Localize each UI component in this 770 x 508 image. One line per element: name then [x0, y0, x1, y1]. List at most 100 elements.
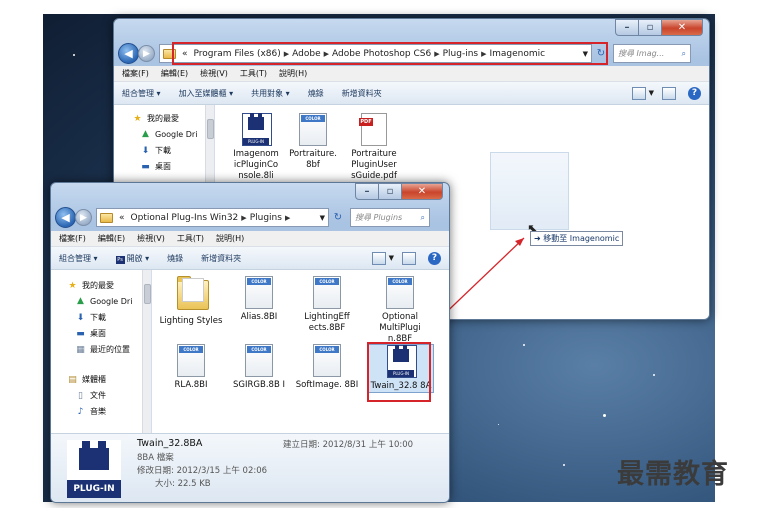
preview-pane-icon[interactable]	[402, 251, 416, 265]
crumb-plugins[interactable]: Plugins	[250, 213, 282, 223]
downloads-icon: ⬇	[76, 312, 85, 323]
photoshop-icon: Ps	[115, 255, 125, 264]
open-button[interactable]: Ps 開啟 ▾	[115, 253, 149, 264]
forward-button[interactable]: ▶	[75, 209, 92, 226]
file-label: LightingEff ects.8BF	[304, 312, 350, 333]
menu-tools[interactable]: 工具(T)	[177, 233, 204, 244]
icon-label: COLOR	[388, 278, 412, 285]
nav-downloads[interactable]: ⬇ 下載	[75, 312, 106, 323]
search-input[interactable]: 搜尋 Plugins ⌕	[350, 208, 430, 227]
icon-label: COLOR	[247, 346, 271, 353]
window-caption-buttons: – ▫ ✕	[355, 183, 443, 200]
menu-edit[interactable]: 編輯(E)	[98, 233, 125, 244]
nav-label: 我的最愛	[82, 281, 114, 290]
new-folder-button[interactable]: 新增資料夾	[201, 253, 241, 264]
address-bar[interactable]: « Optional Plug-Ins Win32 ▶ Plugins ▶ ▼	[96, 208, 329, 227]
nav-recent-places[interactable]: ▦ 最近的位置	[75, 344, 130, 355]
nav-label: 音樂	[90, 407, 106, 416]
details-pane: PLUG-IN Twain_32.8BA 8BA 檔案 修改日期: 2012/3…	[51, 433, 449, 502]
details-file-type: 8BA 檔案	[137, 453, 174, 463]
folder-icon	[177, 276, 209, 310]
google-drive-icon: ▲	[77, 296, 84, 306]
file-label: Optional MultiPlugi n.8BF	[379, 312, 421, 344]
search-placeholder: 搜尋 Plugins	[355, 213, 403, 222]
folder-icon	[100, 212, 113, 223]
file-rla-8bi[interactable]: COLOR RLA.8BI	[159, 344, 223, 391]
maximize-button[interactable]: ▫	[379, 183, 402, 200]
view-options-icon[interactable]	[371, 251, 386, 265]
nav-label: 文件	[90, 391, 106, 400]
crumb-optional-plugins[interactable]: Optional Plug-Ins Win32	[131, 213, 239, 223]
nav-label: 下載	[90, 313, 106, 322]
chevron-down-icon[interactable]: ▼	[389, 254, 394, 262]
file-sgirgb-8bi[interactable]: COLOR SGIRGB.8B I	[227, 344, 291, 391]
nav-google-drive[interactable]: ▲ Google Dri	[75, 296, 132, 306]
back-button[interactable]: ◀	[55, 207, 76, 228]
navigation-row: ◀ ▶ « Optional Plug-Ins Win32 ▶ Plugins ▶ …	[55, 207, 445, 228]
nav-favorites[interactable]: ★ 我的最愛	[67, 280, 114, 291]
nav-scrollbar[interactable]	[142, 270, 151, 434]
color-file-icon: COLOR	[386, 276, 414, 309]
color-file-icon: COLOR	[177, 344, 205, 377]
close-button[interactable]: ✕	[402, 183, 443, 200]
menu-file[interactable]: 檔案(F)	[59, 233, 86, 244]
watermark-text: 最需教育	[617, 459, 729, 490]
explorer-window-plugins[interactable]: – ▫ ✕ ◀ ▶ « Optional Plug-Ins Win32 ▶ Plu…	[50, 182, 450, 503]
file-label: Alias.8BI	[240, 312, 278, 322]
navigation-pane: ★ 我的最愛 ▲ Google Dri ⬇ 下載 ▬ 桌面 ▦ 最近的位置 ▤ 媒體櫃 ▯ 文…	[51, 270, 152, 434]
icon-label: COLOR	[315, 278, 339, 285]
desktop-icon: ▬	[76, 328, 85, 339]
icon-label: COLOR	[315, 346, 339, 353]
nav-music[interactable]: ♪ 音樂	[75, 406, 106, 417]
chevron-right-icon: ▶	[284, 213, 291, 222]
nav-label: 媒體櫃	[82, 375, 106, 384]
recent-places-icon: ▦	[76, 344, 85, 355]
nav-label: Google Dri	[90, 296, 133, 306]
icon-label: COLOR	[247, 278, 271, 285]
menu-help[interactable]: 說明(H)	[216, 233, 244, 244]
burn-button[interactable]: 燒錄	[167, 253, 183, 264]
nav-label: 桌面	[90, 329, 106, 338]
file-label: Lighting Styles	[159, 316, 223, 326]
chevron-right-icon: ▶	[241, 213, 247, 222]
chevron-down-icon[interactable]: ▼	[320, 214, 325, 222]
menu-bar: 檔案(F) 編輯(E) 檢視(V) 工具(T) 說明(H)	[51, 231, 449, 247]
libraries-icon: ▤	[68, 374, 77, 385]
music-icon: ♪	[77, 406, 84, 417]
refresh-icon[interactable]: ↻	[329, 209, 347, 226]
search-icon: ⌕	[420, 212, 425, 222]
file-softimage-8bi[interactable]: COLOR SoftImage. 8BI	[295, 344, 359, 391]
plugin-file-large-icon: PLUG-IN	[67, 440, 121, 498]
details-size: 大小: 22.5 KB	[155, 479, 211, 489]
file-optional-multiplugin-8bf[interactable]: COLOR Optional MultiPlugi n.8BF	[368, 276, 432, 345]
details-modified-date: 修改日期: 2012/3/15 上午 02:06	[137, 466, 268, 476]
details-file-name: Twain_32.8BA	[137, 438, 203, 449]
details-created-date: 建立日期: 2012/8/31 上午 10:00	[283, 440, 414, 450]
color-file-icon: COLOR	[313, 276, 341, 309]
star-icon: ★	[68, 280, 77, 291]
scroll-thumb[interactable]	[144, 284, 151, 304]
folder-lighting-styles[interactable]: Lighting Styles	[159, 276, 223, 327]
color-file-icon: COLOR	[245, 276, 273, 309]
address-overflow[interactable]: «	[119, 213, 125, 223]
nav-label: 最近的位置	[90, 345, 130, 354]
file-label: SoftImage. 8BI	[295, 380, 359, 390]
nav-desktop[interactable]: ▬ 桌面	[75, 328, 106, 339]
selected-file-highlight-box	[367, 342, 431, 402]
help-icon[interactable]: ?	[428, 251, 441, 265]
file-label: RLA.8BI	[174, 380, 208, 390]
command-bar: 組合管理 ▾ Ps 開啟 ▾ 燒錄 新增資料夾 ▼ ?	[51, 247, 449, 270]
menu-view[interactable]: 檢視(V)	[137, 233, 165, 244]
color-file-icon: COLOR	[313, 344, 341, 377]
color-file-icon: COLOR	[245, 344, 273, 377]
organize-button[interactable]: 組合管理 ▾	[59, 253, 98, 264]
minimize-button[interactable]: –	[355, 183, 379, 200]
nav-documents[interactable]: ▯ 文件	[75, 390, 106, 401]
file-lighting-effects-8bf[interactable]: COLOR LightingEff ects.8BF	[295, 276, 359, 334]
documents-icon: ▯	[78, 390, 83, 401]
icon-label: COLOR	[179, 346, 203, 353]
nav-libraries[interactable]: ▤ 媒體櫃	[67, 374, 106, 385]
file-alias-8bi[interactable]: COLOR Alias.8BI	[227, 276, 291, 323]
icon-label: PLUG-IN	[67, 480, 121, 498]
content-area: ★ 我的最愛 ▲ Google Dri ⬇ 下載 ▬ 桌面 ▦ 最近的位置 ▤ 媒體櫃 ▯ 文…	[51, 270, 449, 434]
